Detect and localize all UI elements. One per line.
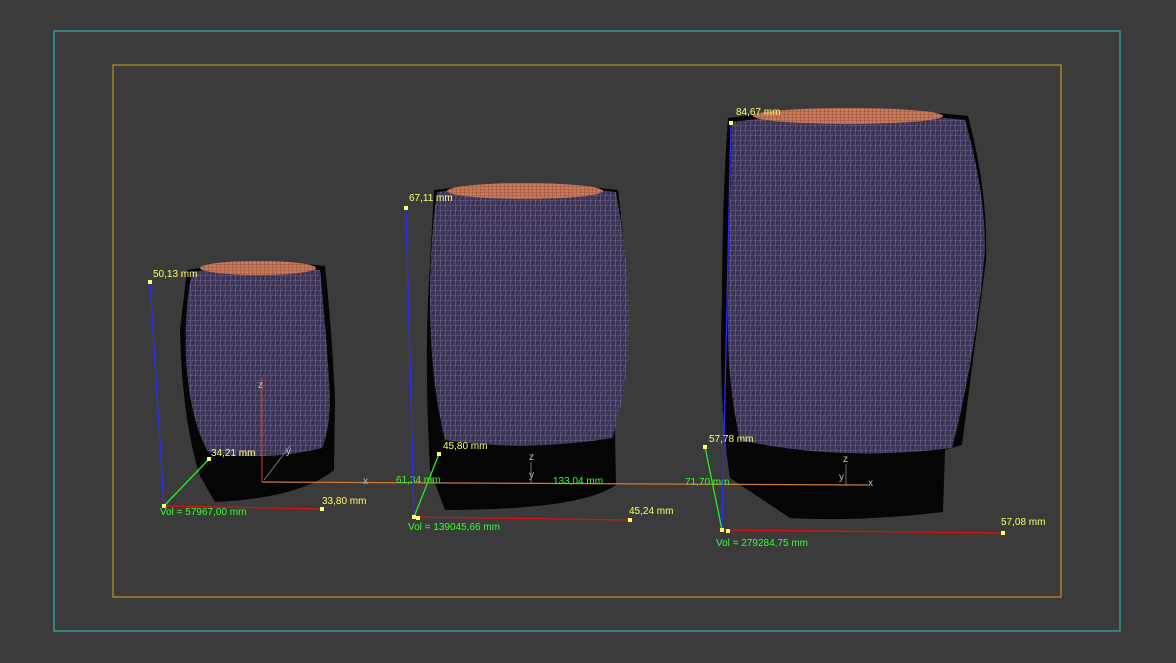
small-depth-label: 34,21 mm <box>211 448 255 459</box>
medium-height-handle[interactable] <box>404 206 408 210</box>
small-height-handle[interactable] <box>148 280 152 284</box>
gizmo-z-label-1: z <box>258 380 263 391</box>
medium-depth-handle[interactable] <box>437 452 441 456</box>
gizmo-z-label-3: z <box>843 454 848 465</box>
medium-vase-rim <box>447 183 603 199</box>
large-vase[interactable] <box>721 108 987 520</box>
medium-width-label: 45,24 mm <box>629 506 673 517</box>
large-depth-line <box>704 446 723 531</box>
3d-viewport[interactable]: z y x z y z y x 61,34 mm 133,04 mm 71,70… <box>0 0 1176 663</box>
small-width-handle[interactable] <box>320 507 324 511</box>
gizmo-y-label-3: y <box>839 472 844 483</box>
small-height-line <box>149 281 165 507</box>
large-depth-label: 57,78 mm <box>709 434 753 445</box>
large-height-handle[interactable] <box>729 121 733 125</box>
large-depth-handle[interactable] <box>703 445 707 449</box>
small-vase-rim <box>200 261 316 275</box>
distance-label-2: 133,04 mm <box>553 476 603 487</box>
large-volume-label: Vol = 279284,75 mm <box>716 538 808 549</box>
gizmo-x-label-1: x <box>363 476 368 487</box>
small-height-label: 50,13 mm <box>153 269 197 280</box>
distance-label-1: 61,34 mm <box>396 475 440 486</box>
medium-volume-label: Vol = 139045,66 mm <box>408 522 500 533</box>
small-vase-mesh-overlay <box>185 266 330 457</box>
small-volume-label: Vol = 57967,00 mm <box>160 507 246 518</box>
medium-height-label: 67,11 mm <box>409 193 453 204</box>
medium-origin-handle-2[interactable] <box>416 516 420 520</box>
large-width-handle[interactable] <box>1001 531 1005 535</box>
small-depth-line <box>163 458 210 507</box>
medium-width-handle[interactable] <box>628 518 632 522</box>
medium-width-line <box>413 516 631 521</box>
large-height-label: 84,67 mm <box>736 107 780 118</box>
gizmo-x-label-3: x <box>868 478 873 489</box>
medium-depth-label: 45,80 mm <box>443 441 487 452</box>
medium-origin-handle[interactable] <box>412 515 416 519</box>
gizmo-z-label-2: z <box>529 452 534 463</box>
gizmo-y-label-2: y <box>529 470 534 481</box>
large-origin-handle[interactable] <box>720 528 724 532</box>
large-width-line <box>721 529 1004 534</box>
large-origin-handle-2[interactable] <box>726 529 730 533</box>
large-vase-rim <box>753 108 943 124</box>
medium-height-line <box>405 207 415 518</box>
small-width-label: 33,80 mm <box>322 496 366 507</box>
large-vase-mesh-overlay <box>727 113 985 454</box>
medium-vase-mesh-overlay <box>430 186 630 446</box>
large-width-label: 57,08 mm <box>1001 517 1045 528</box>
